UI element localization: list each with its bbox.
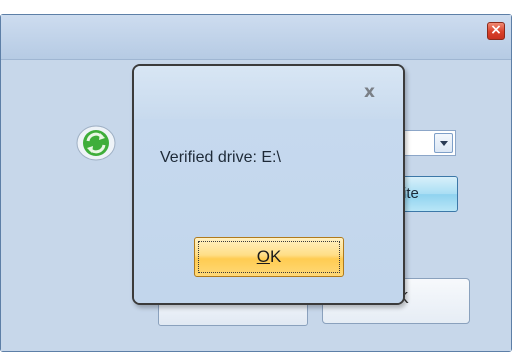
write-button[interactable]: ite: [396, 176, 458, 212]
write-button-label: ite: [403, 185, 419, 202]
close-icon[interactable]: ×: [487, 22, 505, 40]
ok-mnemonic: O: [256, 247, 270, 266]
drive-dropdown[interactable]: [400, 130, 456, 156]
ok-label-rest: K: [269, 247, 282, 266]
refresh-icon[interactable]: [76, 125, 116, 161]
dialog-message: Verified drive: E:\: [160, 149, 281, 166]
close-icon[interactable]: x: [364, 83, 375, 101]
verified-drive-dialog: x Verified drive: E:\ OK: [132, 64, 405, 305]
ok-button-label: OK: [195, 238, 343, 276]
dialog-titlebar: x: [134, 66, 403, 119]
chevron-down-icon[interactable]: [434, 133, 453, 153]
ok-button[interactable]: OK: [194, 237, 344, 277]
parent-titlebar: ×: [1, 15, 511, 60]
